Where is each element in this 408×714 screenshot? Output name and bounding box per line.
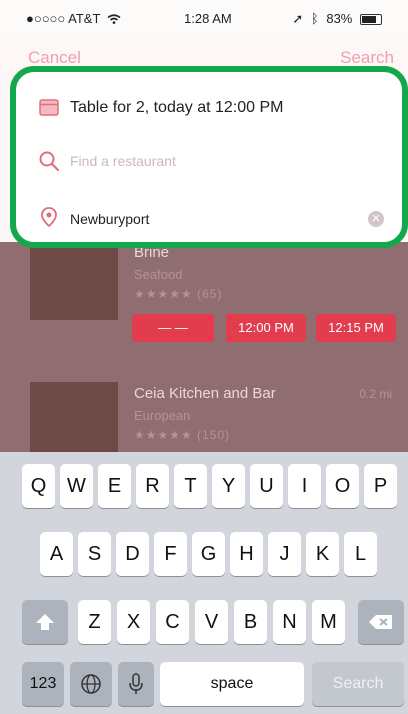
battery-icon xyxy=(360,14,382,26)
restaurant-cuisine: Seafood xyxy=(134,267,183,282)
review-count: (150) xyxy=(197,428,231,442)
key-f[interactable]: F xyxy=(154,532,187,576)
cancel-button[interactable]: Cancel xyxy=(28,48,81,68)
location-pin-icon xyxy=(41,207,57,228)
wifi-icon xyxy=(107,14,121,24)
restaurant-photo xyxy=(30,242,118,320)
restaurant-name: Ceia Kitchen and Bar xyxy=(134,385,276,402)
restaurant-distance: 0.2 mi xyxy=(359,387,392,401)
battery-fill xyxy=(362,16,376,24)
key-i[interactable]: I xyxy=(288,464,321,508)
key-n[interactable]: N xyxy=(273,600,306,644)
key-b[interactable]: B xyxy=(234,600,267,644)
time-slot-button[interactable]: 12:15 PM xyxy=(316,314,396,342)
search-button[interactable]: Search xyxy=(340,48,394,68)
key-y[interactable]: Y xyxy=(212,464,245,508)
restaurant-photo xyxy=(30,382,118,452)
battery-percent: 83% xyxy=(326,11,353,26)
key-k[interactable]: K xyxy=(306,532,339,576)
clear-icon[interactable]: ✕ xyxy=(368,211,384,227)
time-slot-button[interactable]: — — xyxy=(132,314,214,342)
location-row[interactable]: Newburyport ✕ xyxy=(16,190,402,246)
key-r[interactable]: R xyxy=(136,464,169,508)
key-s[interactable]: S xyxy=(78,532,111,576)
globe-icon[interactable] xyxy=(70,662,112,706)
calendar-icon xyxy=(39,99,59,116)
delete-icon[interactable] xyxy=(358,600,404,644)
clock: 1:28 AM xyxy=(184,11,232,26)
microphone-icon[interactable] xyxy=(118,662,154,706)
carrier: ●○○○○ AT&T xyxy=(26,11,101,26)
key-c[interactable]: C xyxy=(156,600,189,644)
restaurant-cuisine: European xyxy=(134,408,191,423)
key-v[interactable]: V xyxy=(195,600,228,644)
key-e[interactable]: E xyxy=(98,464,131,508)
search-panel: Table for 2, today at 12:00 PM Find a re… xyxy=(10,66,408,248)
key-h[interactable]: H xyxy=(230,532,263,576)
location-input[interactable]: Newburyport xyxy=(70,211,149,227)
restaurant-rating: ★★★★★ (150) xyxy=(134,428,230,442)
key-l[interactable]: L xyxy=(344,532,377,576)
status-bar: ●○○○○ AT&T 1:28 AM ➚ ᛒ 83% xyxy=(0,0,408,38)
numbers-key[interactable]: 123 xyxy=(22,662,64,706)
results-list: Brine Seafood ★★★★★ (65) — — 12:00 PM 12… xyxy=(0,242,408,452)
space-key[interactable]: space xyxy=(160,662,304,706)
rating-stars: ★★★★★ xyxy=(134,287,193,301)
shift-icon[interactable] xyxy=(22,600,68,644)
restaurant-search-row[interactable]: Find a restaurant xyxy=(16,134,402,190)
key-z[interactable]: Z xyxy=(78,600,111,644)
search-icon xyxy=(39,151,60,172)
restaurant-rating: ★★★★★ (65) xyxy=(134,287,222,301)
key-g[interactable]: G xyxy=(192,532,225,576)
key-m[interactable]: M xyxy=(312,600,345,644)
key-x[interactable]: X xyxy=(117,600,150,644)
time-slot-button[interactable]: 12:00 PM xyxy=(226,314,306,342)
key-d[interactable]: D xyxy=(116,532,149,576)
key-u[interactable]: U xyxy=(250,464,283,508)
result-item[interactable]: Brine Seafood ★★★★★ (65) — — 12:00 PM 12… xyxy=(0,242,408,342)
review-count: (65) xyxy=(197,287,223,301)
key-o[interactable]: O xyxy=(326,464,359,508)
key-t[interactable]: T xyxy=(174,464,207,508)
party-size-row[interactable]: Table for 2, today at 12:00 PM xyxy=(16,80,402,136)
restaurant-search-input[interactable]: Find a restaurant xyxy=(70,153,176,169)
keyboard-search-key[interactable]: Search xyxy=(312,662,404,706)
keyboard: QWERTYUIOP ASDFGHJKL ZXCVBNM 123 space S… xyxy=(0,452,408,714)
bluetooth-icon: ᛒ xyxy=(310,11,319,26)
key-a[interactable]: A xyxy=(40,532,73,576)
key-p[interactable]: P xyxy=(364,464,397,508)
key-j[interactable]: J xyxy=(268,532,301,576)
rating-stars: ★★★★★ xyxy=(134,428,193,442)
party-size-text: Table for 2, today at 12:00 PM xyxy=(70,99,284,116)
key-w[interactable]: W xyxy=(60,464,93,508)
key-q[interactable]: Q xyxy=(22,464,55,508)
location-arrow-icon: ➚ xyxy=(292,11,304,26)
